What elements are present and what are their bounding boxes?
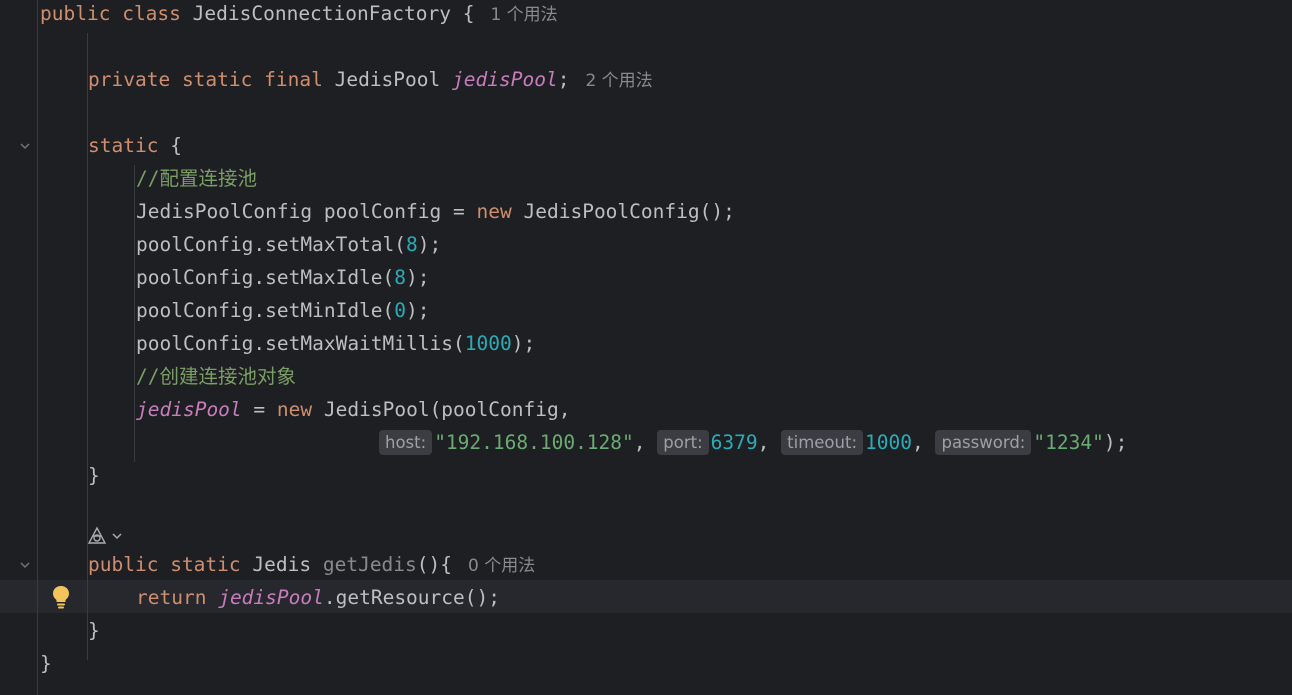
inlay-hint-password: password: — [935, 430, 1032, 455]
code-line-call[interactable]: poolConfig.setMaxIdle(8); — [136, 261, 430, 294]
inlay-hint-port: port: — [657, 430, 709, 455]
brace: { — [462, 2, 475, 25]
chevron-down-icon[interactable] — [18, 558, 32, 572]
variable-name: poolConfig — [323, 200, 442, 223]
code-line-field-decl[interactable]: private static final JedisPool jedisPool… — [88, 63, 653, 96]
keyword: static — [170, 553, 241, 576]
keyword: static — [88, 134, 159, 157]
constructor-name: JedisPoolConfig — [523, 200, 700, 223]
operator: = — [253, 398, 266, 421]
number-literal: 1000 — [464, 332, 512, 355]
code-line-call[interactable]: poolConfig.setMaxTotal(8); — [136, 228, 441, 261]
method-call: poolConfig.setMinIdle( — [136, 299, 395, 322]
method-call: poolConfig.setMaxWaitMillis( — [136, 332, 465, 355]
type-name: Jedis — [252, 553, 312, 576]
comma: , — [757, 431, 770, 454]
type-name: JedisPoolConfig — [136, 200, 313, 223]
chevron-down-icon[interactable] — [18, 139, 32, 153]
code-line-comment[interactable]: //配置连接池 — [136, 162, 257, 195]
field-name: jedisPool — [218, 586, 324, 609]
code-line-static-block[interactable]: static { — [88, 129, 182, 162]
gutter-separator — [37, 0, 38, 695]
number-literal: 8 — [406, 233, 418, 256]
brace: { — [170, 134, 182, 157]
code-line-call[interactable]: poolConfig.setMaxWaitMillis(1000); — [136, 327, 535, 360]
keyword: new — [276, 398, 313, 421]
punctuation: (); — [699, 200, 735, 223]
class-name: JedisConnectionFactory — [192, 2, 451, 25]
field-name: jedisPool — [136, 398, 242, 421]
code-line-call[interactable]: poolConfig.setMinIdle(0); — [136, 294, 430, 327]
indent-guide — [134, 165, 135, 462]
punctuation: ); — [511, 332, 536, 355]
method-name: getJedis — [322, 553, 417, 576]
keyword: class — [122, 2, 181, 25]
usages-hint[interactable]: 1 个用法 — [490, 5, 557, 25]
keyword: private — [88, 68, 171, 91]
code-line-config-decl[interactable]: JedisPoolConfig poolConfig = new JedisPo… — [136, 195, 735, 228]
method-call: poolConfig.setMaxIdle( — [136, 266, 395, 289]
punctuation: (){ — [416, 553, 453, 576]
field-name: jedisPool — [452, 68, 558, 91]
code-line-close-brace[interactable]: } — [88, 614, 100, 647]
punctuation: ); — [406, 299, 430, 322]
constructor-call: JedisPool(poolConfig, — [323, 398, 571, 421]
ai-assistant-icon[interactable] — [86, 525, 126, 549]
keyword: static — [181, 68, 253, 91]
code-line-comment[interactable]: //创建连接池对象 — [136, 360, 296, 393]
keyword: public — [88, 553, 159, 576]
number-literal: 6379 — [710, 431, 758, 454]
usages-hint[interactable]: 2 个用法 — [585, 71, 652, 91]
type-name: JedisPool — [334, 68, 441, 91]
code-line-close-brace[interactable]: } — [40, 647, 52, 680]
string-literal: "1234" — [1033, 431, 1104, 454]
code-editor[interactable]: public class JedisConnectionFactory {1 个… — [0, 0, 1292, 695]
lightbulb-icon[interactable] — [51, 584, 71, 610]
keyword: new — [476, 200, 512, 223]
operator: = — [453, 200, 465, 223]
comma: , — [911, 431, 924, 454]
method-call: .getResource(); — [323, 586, 500, 609]
number-literal: 0 — [394, 299, 407, 322]
punctuation: ); — [1103, 431, 1128, 454]
keyword: public — [40, 2, 111, 25]
inlay-hint-timeout: timeout: — [781, 430, 863, 455]
code-line-close-brace[interactable]: } — [88, 459, 100, 492]
number-literal: 8 — [394, 266, 407, 289]
code-line-method-decl[interactable]: public static Jedis getJedis(){ 0 个用法 — [88, 548, 535, 581]
punctuation: ); — [417, 233, 442, 256]
semicolon: ; — [557, 68, 570, 91]
method-call: poolConfig.setMaxTotal( — [136, 233, 407, 256]
code-line-args[interactable]: host: "192.168.100.128", port: 6379, timeo… — [379, 426, 1127, 459]
comma: , — [633, 431, 646, 454]
code-line-assign[interactable]: jedisPool = new JedisPool(poolConfig, — [136, 393, 570, 426]
string-literal: "192.168.100.128" — [434, 431, 634, 454]
keyword: final — [264, 68, 323, 91]
code-line-return[interactable]: return jedisPool.getResource(); — [136, 581, 500, 614]
usages-hint[interactable]: 0 个用法 — [468, 556, 535, 576]
keyword: return — [136, 586, 207, 609]
number-literal: 1000 — [865, 431, 912, 454]
code-line-class-decl[interactable]: public class JedisConnectionFactory {1 个… — [40, 0, 558, 30]
punctuation: ); — [406, 266, 430, 289]
inlay-hint-host: host: — [379, 430, 433, 455]
